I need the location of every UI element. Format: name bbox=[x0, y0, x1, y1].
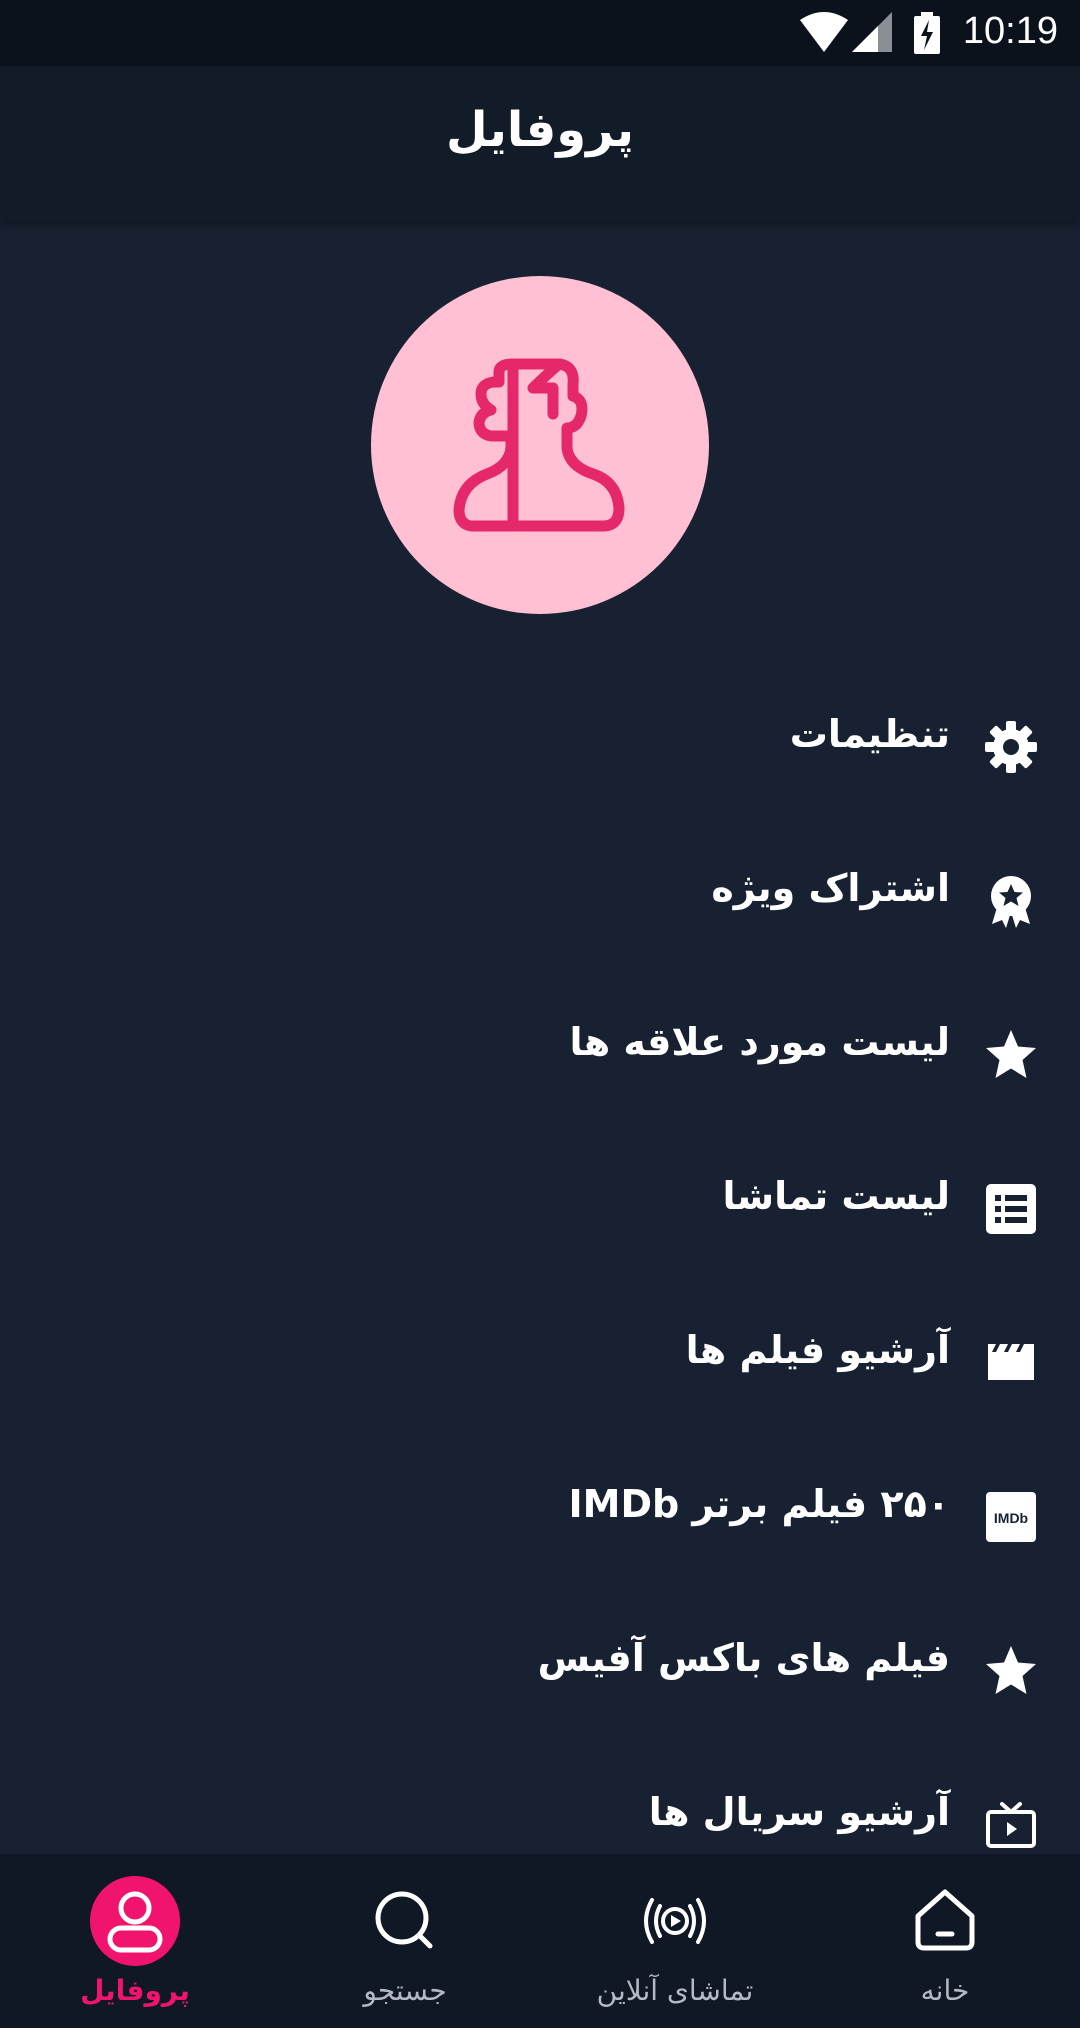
imdb-icon-text: IMDb bbox=[994, 1510, 1028, 1526]
menu-item-label: تنظیمات bbox=[789, 712, 950, 756]
nav-tab-profile[interactable]: پروفایل bbox=[0, 1854, 270, 2028]
menu-item-settings[interactable]: تنظیمات bbox=[0, 668, 1080, 822]
menu-item-label: اشتراک ویژه bbox=[711, 866, 950, 910]
tv-icon bbox=[986, 1802, 1036, 1848]
list-icon bbox=[986, 1184, 1036, 1234]
menu-item-label: لیست تماشا bbox=[722, 1174, 950, 1218]
award-badge-icon bbox=[991, 876, 1031, 928]
menu-item-label: فیلم های باکس آفیس bbox=[537, 1636, 950, 1680]
menu-item-watchlist[interactable]: لیست تماشا bbox=[0, 1130, 1080, 1284]
nav-label: جستجو bbox=[363, 1974, 447, 2007]
menu-item-imdb-top-250[interactable]: IMDb ۲۵۰ فیلم برتر IMDb bbox=[0, 1438, 1080, 1592]
star-icon bbox=[986, 1646, 1036, 1694]
profile-icon bbox=[90, 1876, 180, 1966]
wifi-icon bbox=[800, 12, 848, 52]
avatar[interactable] bbox=[371, 276, 709, 614]
nav-label: خانه bbox=[920, 1974, 970, 2007]
profile-menu: تنظیمات اشتراک ویژه لیست مورد علاقه ها ل… bbox=[0, 668, 1080, 1854]
search-icon bbox=[375, 1891, 433, 1949]
bottom-navigation: پروفایل جستجو تماشای آنلاین خانه bbox=[0, 1854, 1080, 2028]
menu-item-movie-archive[interactable]: آرشیو فیلم ها bbox=[0, 1284, 1080, 1438]
home-icon bbox=[915, 1889, 975, 1951]
status-time: 10:19 bbox=[962, 10, 1058, 52]
battery-charging-icon bbox=[914, 12, 940, 54]
star-icon bbox=[986, 1030, 1036, 1078]
status-bar: 10:19 bbox=[0, 0, 1080, 66]
menu-item-favorites[interactable]: لیست مورد علاقه ها bbox=[0, 976, 1080, 1130]
clapperboard-icon bbox=[988, 1344, 1034, 1380]
menu-item-series-archive[interactable]: آرشیو سریال ها bbox=[0, 1746, 1080, 1854]
cell-signal-icon bbox=[852, 12, 892, 52]
gear-icon bbox=[985, 721, 1037, 773]
nav-label: تماشای آنلاین bbox=[596, 1974, 754, 2007]
menu-item-label: ۲۵۰ فیلم برتر IMDb bbox=[568, 1482, 950, 1526]
page-title: پروفایل bbox=[445, 102, 635, 158]
nav-label: پروفایل bbox=[80, 1974, 190, 2007]
menu-item-premium-subscription[interactable]: اشتراک ویژه bbox=[0, 822, 1080, 976]
nav-tab-watch-online[interactable]: تماشای آنلاین bbox=[540, 1854, 810, 2028]
live-stream-icon bbox=[644, 1898, 706, 1944]
user-silhouette-icon bbox=[453, 358, 625, 532]
menu-item-box-office[interactable]: فیلم های باکس آفیس bbox=[0, 1592, 1080, 1746]
app-bar: پروفایل bbox=[0, 66, 1080, 220]
menu-item-label: آرشیو سریال ها bbox=[648, 1790, 950, 1834]
imdb-icon: IMDb bbox=[986, 1492, 1036, 1542]
menu-item-label: لیست مورد علاقه ها bbox=[569, 1020, 950, 1064]
menu-item-label: آرشیو فیلم ها bbox=[685, 1328, 950, 1372]
nav-tab-home[interactable]: خانه bbox=[810, 1854, 1080, 2028]
nav-tab-search[interactable]: جستجو bbox=[270, 1854, 540, 2028]
